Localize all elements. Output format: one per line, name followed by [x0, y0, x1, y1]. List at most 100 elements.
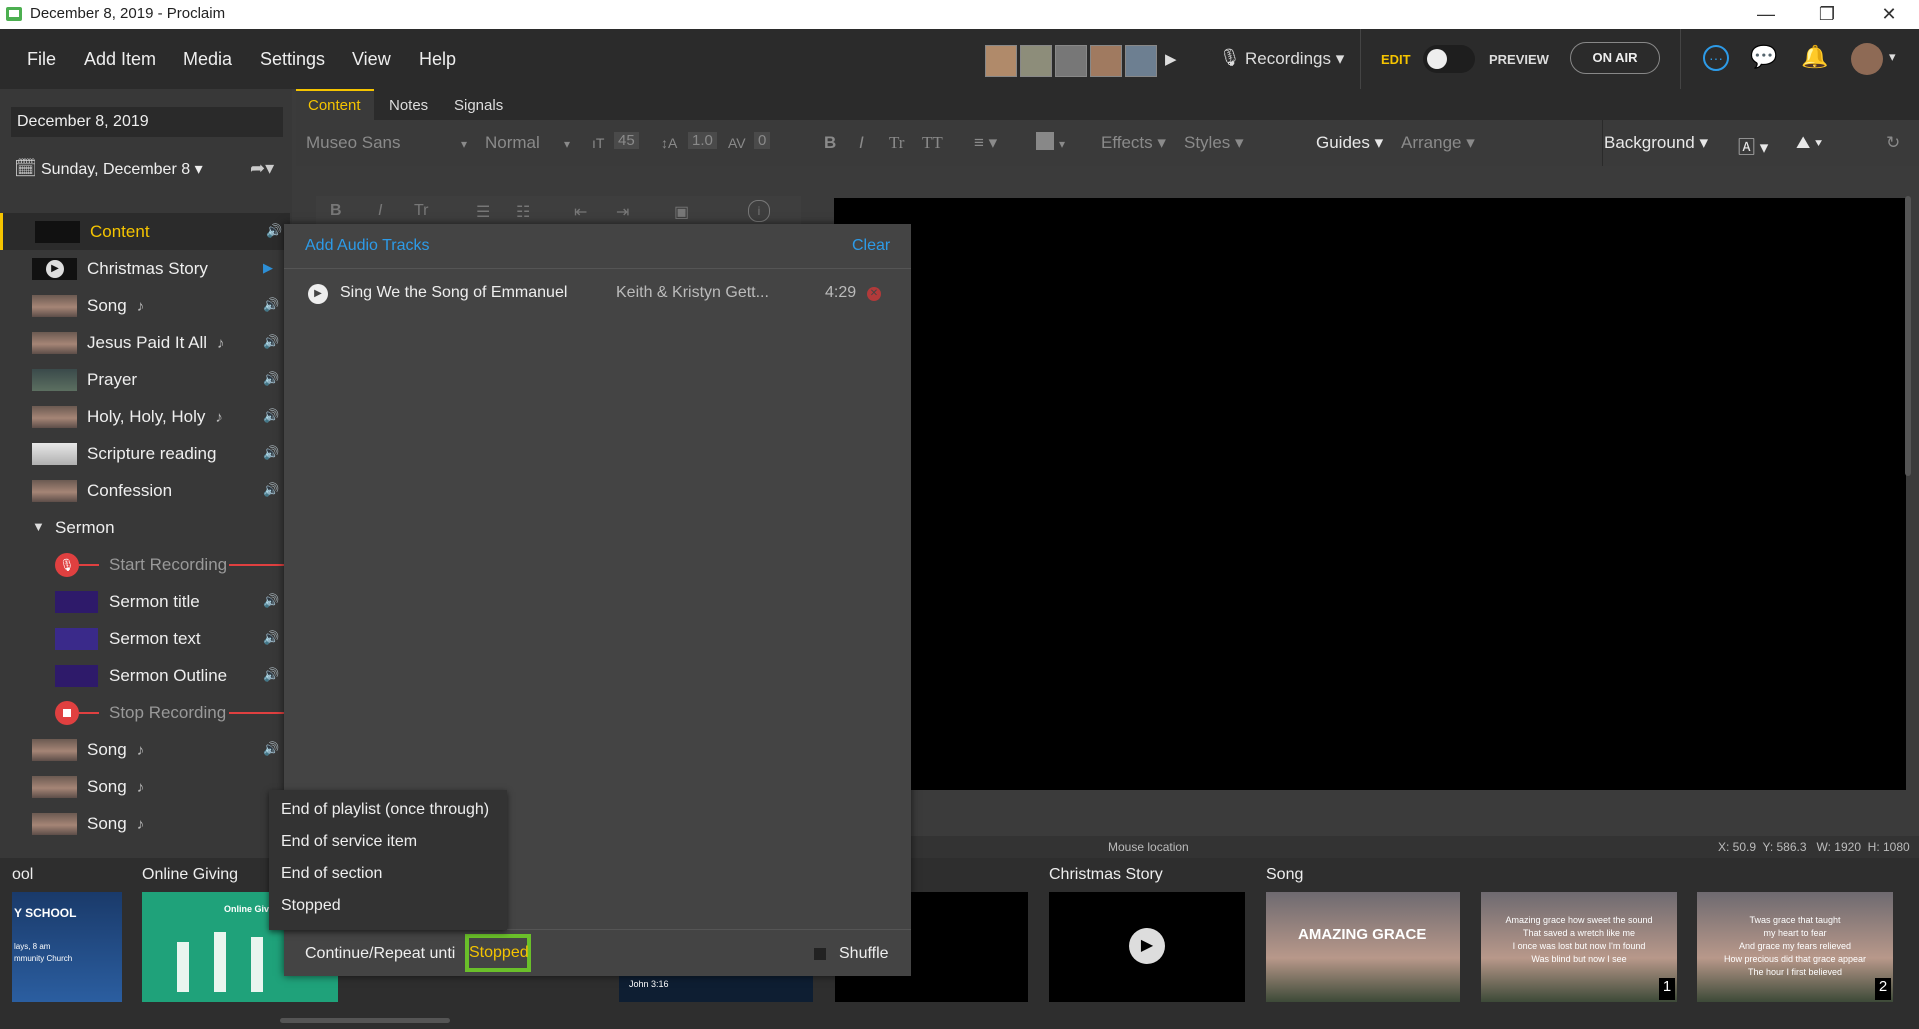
speaker-icon[interactable]: 🔊: [266, 223, 282, 239]
service-date-dropdown[interactable]: Sunday, December 8 ▾: [41, 159, 203, 179]
calendar-icon[interactable]: 🗓: [14, 158, 37, 179]
slide-thumbnail[interactable]: Twas grace that taught my heart to fear …: [1697, 892, 1893, 1002]
undo-icon[interactable]: ↻: [1886, 133, 1900, 153]
service-item-scripture-reading[interactable]: Scripture reading 🔊: [0, 435, 290, 472]
participant-avatar[interactable]: [1055, 45, 1087, 77]
on-air-button[interactable]: ON AIR: [1570, 42, 1660, 74]
user-avatar[interactable]: [1851, 43, 1883, 75]
italic-button[interactable]: I: [859, 133, 864, 153]
styles-menu[interactable]: Styles ▾: [1184, 133, 1244, 153]
chat-icon[interactable]: 💬: [1750, 44, 1777, 70]
restore-button[interactable]: ❐: [1800, 0, 1854, 29]
menu-help[interactable]: Help: [419, 49, 456, 70]
service-item-stop-recording[interactable]: Stop Recording: [0, 694, 290, 731]
align-icon[interactable]: ≡ ▾: [974, 133, 997, 153]
guides-menu[interactable]: Guides ▾: [1316, 133, 1383, 153]
chevron-down-icon[interactable]: ▾: [564, 137, 570, 151]
speaker-icon[interactable]: 🔊: [263, 334, 279, 350]
font-family-select[interactable]: Museo Sans: [306, 133, 401, 153]
bold-icon[interactable]: B: [330, 202, 342, 220]
speaker-icon[interactable]: 🔊: [263, 482, 279, 498]
tab-signals[interactable]: Signals: [454, 97, 503, 114]
speaker-icon[interactable]: 🔊: [263, 630, 279, 646]
share-icon[interactable]: ➦▾: [250, 158, 274, 179]
speaker-icon[interactable]: 🔊: [263, 741, 279, 757]
notification-bell-icon[interactable]: 🔔: [1801, 44, 1828, 70]
play-circle-icon[interactable]: ▶: [263, 260, 279, 276]
background-menu[interactable]: Background ▾: [1604, 133, 1708, 153]
service-item-christmas-story[interactable]: ▶ Christmas Story ▶: [0, 250, 290, 287]
service-item-prayer[interactable]: Prayer 🔊: [0, 361, 290, 398]
participant-avatar[interactable]: [1125, 45, 1157, 77]
text-case-icon[interactable]: Tr: [414, 202, 429, 220]
service-item-confession[interactable]: Confession 🔊: [0, 472, 290, 509]
participant-avatar[interactable]: [985, 45, 1017, 77]
effects-menu[interactable]: Effects ▾: [1101, 133, 1166, 153]
service-item-content[interactable]: Content 🔊: [0, 213, 290, 250]
service-item-start-recording[interactable]: 🎙 Start Recording: [0, 546, 290, 583]
more-options-icon[interactable]: ···: [1703, 45, 1729, 71]
service-item-song[interactable]: Song ♪: [0, 768, 290, 805]
outdent-icon[interactable]: ⇤: [574, 202, 587, 222]
service-item-sermon-outline[interactable]: Sermon Outline 🔊: [0, 657, 290, 694]
italic-icon[interactable]: I: [378, 202, 382, 220]
image-icon[interactable]: ⛰ ▾: [1796, 133, 1822, 153]
section-header-sermon[interactable]: ▼ Sermon: [0, 509, 290, 546]
line-height-input[interactable]: 1.0: [688, 132, 717, 149]
slide-thumbnail[interactable]: AMAZING GRACE: [1266, 892, 1460, 1002]
slide-preview-canvas[interactable]: [834, 198, 1906, 790]
close-button[interactable]: ✕: [1862, 0, 1916, 29]
font-size-input[interactable]: 45: [614, 132, 639, 149]
dropdown-option[interactable]: End of service item: [281, 833, 417, 851]
indent-icon[interactable]: ⇥: [616, 202, 629, 222]
menu-add-item[interactable]: Add Item: [84, 49, 156, 70]
chevron-down-icon[interactable]: ▾: [1889, 49, 1896, 65]
service-item-song[interactable]: Song ♪ 🔊: [0, 287, 290, 324]
slide-thumbnail[interactable]: John 3:16: [619, 976, 813, 1002]
horizontal-scrollbar[interactable]: [280, 1018, 450, 1023]
service-item-sermon-text[interactable]: Sermon text 🔊: [0, 620, 290, 657]
speaker-icon[interactable]: 🔊: [263, 593, 279, 609]
insert-icon[interactable]: ▣: [674, 202, 689, 222]
clear-link[interactable]: Clear: [852, 237, 890, 255]
video-thumbnail[interactable]: ▶: [1049, 892, 1245, 1002]
participant-avatar[interactable]: [1020, 45, 1052, 77]
info-icon[interactable]: i: [748, 200, 770, 222]
text-case-button[interactable]: Tr: [889, 133, 904, 153]
dropdown-option[interactable]: End of playlist (once through): [281, 801, 489, 819]
speaker-icon[interactable]: 🔊: [263, 445, 279, 461]
shuffle-checkbox[interactable]: [814, 948, 826, 960]
play-circle-icon[interactable]: ▶: [308, 284, 328, 304]
speaker-icon[interactable]: 🔊: [263, 408, 279, 424]
edit-preview-toggle[interactable]: [1423, 45, 1475, 73]
slide-thumbnail[interactable]: Amazing grace how sweet the sound That s…: [1481, 892, 1677, 1002]
arrange-menu[interactable]: Arrange ▾: [1401, 133, 1475, 153]
menu-view[interactable]: View: [352, 49, 391, 70]
tab-notes[interactable]: Notes: [389, 97, 428, 114]
letter-spacing-input[interactable]: 0: [754, 132, 771, 149]
service-item-holy-holy-holy[interactable]: Holy, Holy, Holy ♪ 🔊: [0, 398, 290, 435]
date-field[interactable]: December 8, 2019: [11, 107, 283, 137]
text-box-icon[interactable]: 🄰 ▾: [1738, 133, 1768, 158]
minimize-button[interactable]: —: [1739, 0, 1793, 29]
add-audio-tracks-link[interactable]: Add Audio Tracks: [305, 237, 430, 255]
chevron-down-icon[interactable]: ▾: [1059, 137, 1065, 151]
service-item-jesus-paid-it-all[interactable]: Jesus Paid It All ♪ 🔊: [0, 324, 290, 361]
numbered-list-icon[interactable]: ☷: [516, 202, 530, 222]
menu-file[interactable]: File: [27, 49, 56, 70]
font-weight-select[interactable]: Normal: [485, 133, 540, 153]
audio-track-row[interactable]: ▶ Sing We the Song of Emmanuel Keith & K…: [284, 282, 911, 312]
menu-media[interactable]: Media: [183, 49, 232, 70]
speaker-icon[interactable]: 🔊: [263, 371, 279, 387]
bold-button[interactable]: B: [824, 133, 836, 153]
triangle-down-icon[interactable]: ▼: [32, 519, 45, 534]
participant-avatar[interactable]: [1090, 45, 1122, 77]
play-icon[interactable]: ▶: [1129, 928, 1165, 964]
dropdown-option[interactable]: Stopped: [281, 897, 341, 915]
slide-thumbnail[interactable]: Y SCHOOL lays, 8 am mmunity Church: [12, 892, 122, 1002]
service-item-song[interactable]: Song ♪: [0, 805, 290, 842]
play-arrow-icon[interactable]: ▶: [1165, 50, 1177, 68]
all-caps-button[interactable]: TT: [922, 133, 943, 153]
speaker-icon[interactable]: 🔊: [263, 297, 279, 313]
menu-settings[interactable]: Settings: [260, 49, 325, 70]
